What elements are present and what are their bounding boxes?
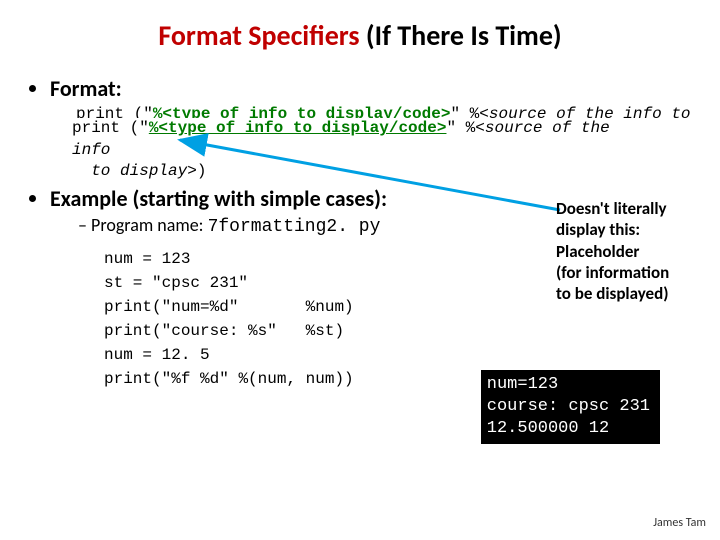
- code-line: num = 12. 5: [104, 346, 210, 364]
- code-line: print("course:: [104, 322, 248, 340]
- annot-line: (for information: [556, 262, 708, 283]
- program-name: 7formatting2. py: [208, 217, 381, 237]
- code-part: ): [197, 162, 207, 180]
- format-source-2: to display>: [72, 162, 197, 180]
- code-line: st = "cpsc 231": [104, 274, 248, 292]
- code-line: print("num=: [104, 298, 210, 316]
- code-line: " %num): [229, 298, 354, 316]
- code-line: print(": [104, 370, 171, 388]
- format-code-over: print ("%<type of info to display/code>"…: [72, 118, 632, 183]
- code-line: " %st): [267, 322, 344, 340]
- annotation-box: Doesn't literally display this: Placehol…: [556, 198, 708, 304]
- slide-title: Format Specifiers (If There Is Time): [28, 18, 692, 53]
- format-placeholder: %<type of info to display/code>: [149, 119, 447, 137]
- title-red: Format Specifiers: [158, 18, 359, 53]
- term-line: course: cpsc 231: [487, 397, 650, 416]
- term-line: num=123: [487, 375, 558, 394]
- annot-line: to be displayed): [556, 283, 708, 304]
- fmt-spec: %f %d: [171, 370, 219, 388]
- code-part: print (": [72, 119, 149, 137]
- program-prefix: Program name:: [91, 214, 208, 236]
- format-label: Format:: [50, 75, 122, 102]
- terminal-output: num=123 course: cpsc 231 12.500000 12: [481, 370, 660, 444]
- annot-line: display this:: [556, 219, 708, 240]
- annot-line: Doesn't literally: [556, 198, 708, 219]
- fmt-spec: %d: [210, 298, 229, 316]
- term-line: 12.500000 12: [487, 419, 609, 438]
- title-black: (If There Is Time): [360, 18, 562, 53]
- code-part: " %: [446, 119, 475, 137]
- slide: Format Specifiers (If There Is Time) For…: [0, 0, 720, 540]
- annot-line: Placeholder: [556, 241, 708, 262]
- fmt-spec: %s: [248, 322, 267, 340]
- footer-author: James Tam: [653, 516, 706, 530]
- code-line: num = 123: [104, 250, 190, 268]
- code-line: " %(num, num)): [219, 370, 353, 388]
- example-label: Example (starting with simple cases):: [50, 185, 387, 212]
